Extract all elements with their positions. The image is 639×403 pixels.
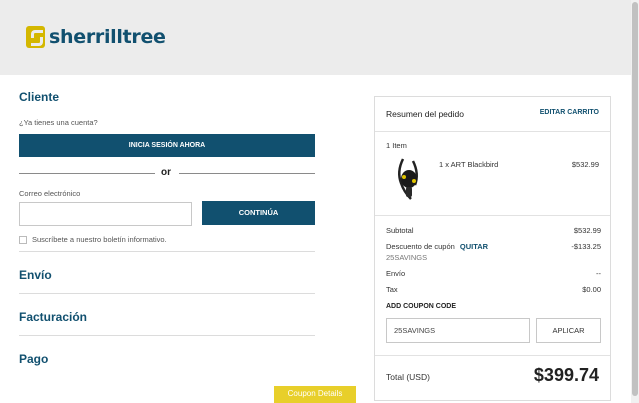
- divider: [375, 131, 610, 132]
- login-button[interactable]: INICIA SESIÓN AHORA: [19, 134, 315, 157]
- payment-section-title[interactable]: Pago: [19, 352, 48, 366]
- coupon-details-button[interactable]: Coupon Details: [274, 386, 356, 403]
- logo-icon: [26, 26, 45, 48]
- subtotal-row: Subtotal $532.99: [386, 226, 601, 235]
- item-count: 1 Item: [386, 141, 407, 150]
- continue-button[interactable]: CONTINÚA: [202, 201, 315, 225]
- edit-cart-link[interactable]: EDITAR CARRITO: [540, 109, 599, 116]
- subtotal-value: $532.99: [573, 226, 601, 235]
- newsletter-label: Suscríbete a nuestro boletín informativo…: [32, 235, 167, 244]
- tax-label: Tax: [386, 285, 398, 294]
- brand-logo[interactable]: sherrilltree: [26, 26, 166, 48]
- site-header: sherrilltree: [0, 0, 631, 75]
- discount-row: Descuento de cupón QUITAR -$133.25: [386, 242, 601, 251]
- tax-value: $0.00: [582, 285, 601, 294]
- or-separator: or: [19, 167, 315, 179]
- tax-row: Tax $0.00: [386, 285, 601, 294]
- shipping-label: Envío: [386, 269, 406, 278]
- scrollbar-thumb[interactable]: [632, 2, 638, 396]
- divider: [375, 215, 610, 216]
- apply-coupon-button[interactable]: APLICAR: [536, 318, 601, 343]
- email-field[interactable]: [19, 202, 192, 226]
- subtotal-label: Subtotal: [386, 226, 414, 235]
- product-image: [398, 158, 418, 200]
- coupon-input[interactable]: [386, 318, 530, 343]
- or-line-right: [179, 173, 315, 174]
- discount-value: -$133.25: [571, 242, 601, 251]
- item-price: $532.99: [571, 160, 599, 169]
- email-label: Correo electrónico: [19, 189, 81, 198]
- customer-section-title: Cliente: [19, 90, 60, 104]
- page-scrollbar[interactable]: [631, 0, 639, 403]
- remove-coupon-link[interactable]: QUITAR: [460, 242, 488, 251]
- divider: [19, 251, 315, 252]
- billing-section-title[interactable]: Facturación: [19, 310, 87, 324]
- coupon-heading: ADD COUPON CODE: [386, 303, 457, 310]
- total-value: $399.74: [533, 365, 599, 385]
- shipping-value: --: [596, 269, 601, 278]
- discount-code: 25SAVINGS: [386, 253, 428, 262]
- newsletter-row: Suscríbete a nuestro boletín informativo…: [19, 235, 167, 244]
- summary-title: Resumen del pedido: [386, 109, 464, 119]
- order-summary: Resumen del pedido EDITAR CARRITO 1 Item…: [374, 96, 611, 401]
- divider: [19, 293, 315, 294]
- discount-label: Descuento de cupón: [386, 242, 455, 251]
- shipping-section-title[interactable]: Envío: [19, 268, 52, 282]
- divider: [19, 335, 315, 336]
- or-line-left: [19, 173, 155, 174]
- shipping-row: Envío --: [386, 269, 601, 278]
- brand-name: sherrilltree: [49, 26, 166, 48]
- total-label: Total (USD): [386, 372, 430, 382]
- newsletter-checkbox[interactable]: [19, 235, 27, 244]
- item-name: 1 x ART Blackbird: [439, 160, 499, 169]
- divider: [375, 355, 610, 356]
- have-account-text: ¿Ya tienes una cuenta?: [19, 118, 98, 127]
- or-text: or: [161, 167, 171, 178]
